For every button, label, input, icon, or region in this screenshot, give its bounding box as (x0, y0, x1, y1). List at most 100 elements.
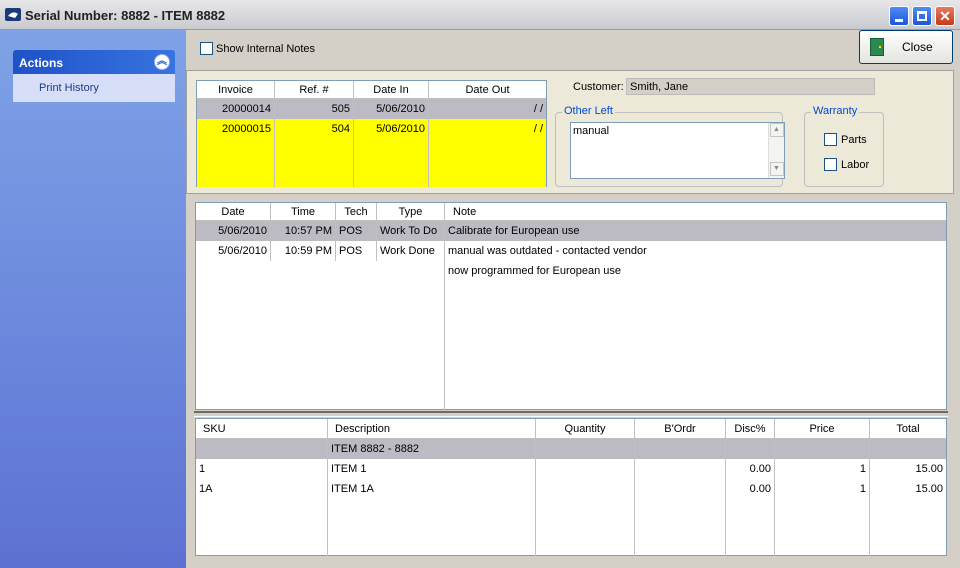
actions-panel-title: Actions (19, 56, 64, 70)
column-header-time[interactable]: Time (271, 203, 336, 220)
scroll-up-icon[interactable]: ▲ (769, 123, 784, 137)
table-row[interactable]: 5/06/2010 10:57 PM POS Work To Do Calibr… (196, 221, 946, 241)
invoice-cell: 20000015 (197, 119, 275, 139)
other-left-text: manual (573, 125, 610, 137)
ref-cell: 505 (275, 99, 354, 119)
table-row[interactable]: 20000014 505 5/06/2010 / / (197, 99, 546, 119)
table-row[interactable]: 5/06/2010 10:59 PM POS Work Done manual … (196, 241, 946, 261)
table-row[interactable]: 20000015 504 5/06/2010 / / (197, 119, 546, 139)
actions-panel-body: Print History (13, 74, 175, 102)
maximize-button[interactable] (912, 6, 932, 26)
date-out-cell: / / (533, 103, 543, 115)
labor-checkbox[interactable] (824, 158, 837, 171)
table-empty-area (197, 139, 546, 187)
items-table-header: SKU Description Quantity B'Ordr Disc% Pr… (196, 419, 946, 439)
other-left-textarea[interactable]: manual ▲ ▼ (570, 122, 785, 179)
show-internal-notes-label: Show Internal Notes (216, 42, 316, 55)
serial-info-panel: Invoice Ref. # Date In Date Out 20000014… (186, 70, 954, 194)
note-cell: manual was outdated - contacted vendor (448, 245, 647, 257)
other-left-scrollbar[interactable]: ▲ ▼ (768, 123, 784, 178)
tech-cell (336, 261, 377, 281)
parts-checkbox[interactable] (824, 133, 837, 146)
maximize-icon (917, 11, 927, 21)
column-header-bordr[interactable]: B'Ordr (635, 419, 726, 438)
table-empty-area (196, 281, 946, 431)
close-button-label: Close (902, 40, 933, 54)
bordr-cell (635, 479, 726, 499)
disc-cell: 0.00 (726, 459, 775, 479)
notes-table[interactable]: Date Time Tech Type Note 5/06/2010 10:57… (195, 202, 947, 431)
column-header-note[interactable]: Note (445, 203, 946, 220)
total-cell: 15.00 (915, 463, 943, 475)
table-empty-area (196, 499, 946, 556)
other-left-legend: Other Left (562, 105, 615, 117)
scroll-down-icon[interactable]: ▼ (769, 162, 784, 176)
column-header-sku[interactable]: SKU (196, 419, 328, 438)
time-cell: 10:57 PM (271, 221, 336, 241)
warranty-group: Warranty Parts Labor (804, 105, 884, 187)
note-cell: now programmed for European use (448, 265, 622, 277)
app-icon (5, 8, 21, 21)
table-row[interactable]: 1 ITEM 1 0.00 1 15.00 (196, 459, 946, 479)
column-header-ref[interactable]: Ref. # (275, 81, 354, 98)
title-bar[interactable]: Serial Number: 8882 - ITEM 8882 ✕ (0, 0, 960, 30)
date-cell (196, 261, 271, 281)
sku-cell: 1 (196, 459, 328, 479)
other-left-group: Other Left manual ▲ ▼ (555, 105, 785, 187)
tech-cell: POS (336, 241, 377, 261)
column-header-disc[interactable]: Disc% (726, 419, 775, 438)
disc-cell: 0.00 (726, 479, 775, 499)
table-row[interactable]: ITEM 8882 - 8882 (196, 439, 946, 459)
minimize-button[interactable] (889, 6, 909, 26)
quantity-cell (536, 439, 635, 459)
column-header-tech[interactable]: Tech (336, 203, 377, 220)
column-header-total[interactable]: Total (870, 419, 946, 438)
note-cell: Calibrate for European use (448, 225, 580, 237)
collapse-chevron-icon[interactable]: ︽ (154, 54, 170, 70)
column-header-description[interactable]: Description (328, 419, 536, 438)
date-in-cell: 5/06/2010 (354, 99, 429, 119)
price-cell: 1 (775, 479, 870, 499)
type-cell: Work To Do (377, 221, 445, 241)
column-header-type[interactable]: Type (377, 203, 445, 220)
column-header-price[interactable]: Price (775, 419, 870, 438)
labor-checkbox-row[interactable]: Labor (824, 158, 869, 171)
top-toolbar: Show Internal Notes Close (186, 30, 960, 70)
table-row[interactable]: now programmed for European use (196, 261, 946, 281)
customer-field: Smith, Jane (626, 78, 875, 95)
column-header-date-in[interactable]: Date In (354, 81, 429, 98)
sku-cell (196, 439, 328, 459)
table-row[interactable]: 1A ITEM 1A 0.00 1 15.00 (196, 479, 946, 499)
close-button[interactable]: Close (859, 30, 953, 64)
column-header-date[interactable]: Date (196, 203, 271, 220)
column-header-invoice[interactable]: Invoice (197, 81, 275, 98)
invoice-table[interactable]: Invoice Ref. # Date In Date Out 20000014… (196, 80, 547, 187)
window-title: Serial Number: 8882 - ITEM 8882 (25, 8, 226, 23)
parts-checkbox-row[interactable]: Parts (824, 133, 867, 146)
sidebar: Actions ︽ Print History (0, 30, 186, 568)
notes-table-header: Date Time Tech Type Note (196, 203, 946, 221)
date-cell: 5/06/2010 (196, 221, 271, 241)
invoice-cell: 20000014 (197, 99, 275, 119)
serial-number-window: Serial Number: 8882 - ITEM 8882 ✕ Action… (0, 0, 960, 568)
parts-label: Parts (841, 133, 867, 146)
ref-cell: 504 (275, 119, 354, 139)
total-cell: 15.00 (915, 483, 943, 495)
date-cell: 5/06/2010 (196, 241, 271, 261)
show-internal-notes-checkbox[interactable] (200, 42, 213, 55)
description-cell: ITEM 1 (328, 459, 536, 479)
show-internal-notes-toggle[interactable]: Show Internal Notes (200, 42, 315, 55)
splitter-bar[interactable] (194, 411, 948, 417)
items-table[interactable]: SKU Description Quantity B'Ordr Disc% Pr… (195, 418, 947, 556)
print-history-link[interactable]: Print History (39, 82, 99, 94)
column-header-quantity[interactable]: Quantity (536, 419, 635, 438)
date-out-cell: / / (533, 123, 543, 135)
bordr-cell (635, 439, 726, 459)
invoice-table-header: Invoice Ref. # Date In Date Out (197, 81, 546, 99)
column-header-date-out[interactable]: Date Out (429, 81, 546, 98)
labor-label: Labor (841, 158, 870, 171)
date-in-cell: 5/06/2010 (354, 119, 429, 139)
quantity-cell (536, 479, 635, 499)
close-window-button[interactable]: ✕ (935, 6, 955, 26)
actions-panel-header[interactable]: Actions ︽ (13, 50, 175, 74)
